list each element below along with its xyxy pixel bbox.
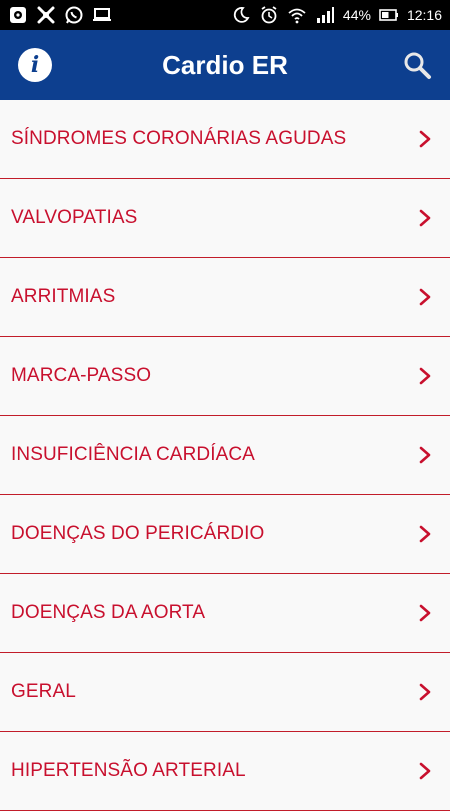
chevron-right-icon <box>419 446 431 464</box>
menu-item-label: ARRITMIAS <box>11 286 116 307</box>
chevron-right-icon <box>419 209 431 227</box>
info-button[interactable]: i <box>18 48 52 82</box>
chevron-right-icon <box>419 604 431 622</box>
chevron-right-icon <box>419 130 431 148</box>
menu-item-label: DOENÇAS DA AORTA <box>11 602 206 623</box>
battery-percent: 44% <box>342 7 371 23</box>
menu-item-label: DOENÇAS DO PERICÁRDIO <box>11 523 265 544</box>
menu-item-label: SÍNDROMES CORONÁRIAS AGUDAS <box>11 128 347 149</box>
do-not-disturb-icon <box>231 5 251 25</box>
status-left-icons <box>8 5 112 25</box>
app-bar: i Cardio ER <box>0 30 450 100</box>
menu-list: SÍNDROMES CORONÁRIAS AGUDAS VALVOPATIAS … <box>0 100 450 811</box>
page-title: Cardio ER <box>162 49 288 80</box>
status-time: 12:16 <box>406 7 442 23</box>
menu-item-label: VALVOPATIAS <box>11 207 138 228</box>
menu-item-arritmias[interactable]: ARRITMIAS <box>0 258 450 337</box>
menu-item-doencas-pericardio[interactable]: DOENÇAS DO PERICÁRDIO <box>0 495 450 574</box>
menu-item-label: HIPERTENSÃO ARTERIAL <box>11 760 246 781</box>
alarm-icon <box>259 5 279 25</box>
wifi-icon <box>287 5 307 25</box>
menu-item-label: INSUFICIÊNCIA CARDÍACA <box>11 444 255 465</box>
battery-icon <box>379 5 399 25</box>
status-bar: 44% 12:16 <box>0 0 450 30</box>
menu-item-valvopatias[interactable]: VALVOPATIAS <box>0 179 450 258</box>
status-right-icons: 44% 12:16 <box>231 5 442 25</box>
menu-item-label: MARCA-PASSO <box>11 365 152 386</box>
menu-item-geral[interactable]: GERAL <box>0 653 450 732</box>
chevron-right-icon <box>419 683 431 701</box>
chevron-right-icon <box>419 525 431 543</box>
chevron-right-icon <box>419 762 431 780</box>
menu-item-label: GERAL <box>11 681 76 702</box>
search-button[interactable] <box>402 50 432 80</box>
menu-item-marca-passo[interactable]: MARCA-PASSO <box>0 337 450 416</box>
laptop-icon <box>92 5 112 25</box>
info-icon: i <box>30 52 40 78</box>
menu-item-sindromes-coronarias[interactable]: SÍNDROMES CORONÁRIAS AGUDAS <box>0 100 450 179</box>
chevron-right-icon <box>419 288 431 306</box>
search-icon <box>404 52 431 79</box>
menu-item-hipertensao-arterial[interactable]: HIPERTENSÃO ARTERIAL <box>0 732 450 811</box>
bug-icon <box>36 5 56 25</box>
whatsapp-icon <box>64 5 84 25</box>
chevron-right-icon <box>419 367 431 385</box>
menu-item-doencas-aorta[interactable]: DOENÇAS DA AORTA <box>0 574 450 653</box>
settings-badge-icon <box>8 5 28 25</box>
signal-icon <box>315 5 335 25</box>
menu-item-insuficiencia-cardiaca[interactable]: INSUFICIÊNCIA CARDÍACA <box>0 416 450 495</box>
